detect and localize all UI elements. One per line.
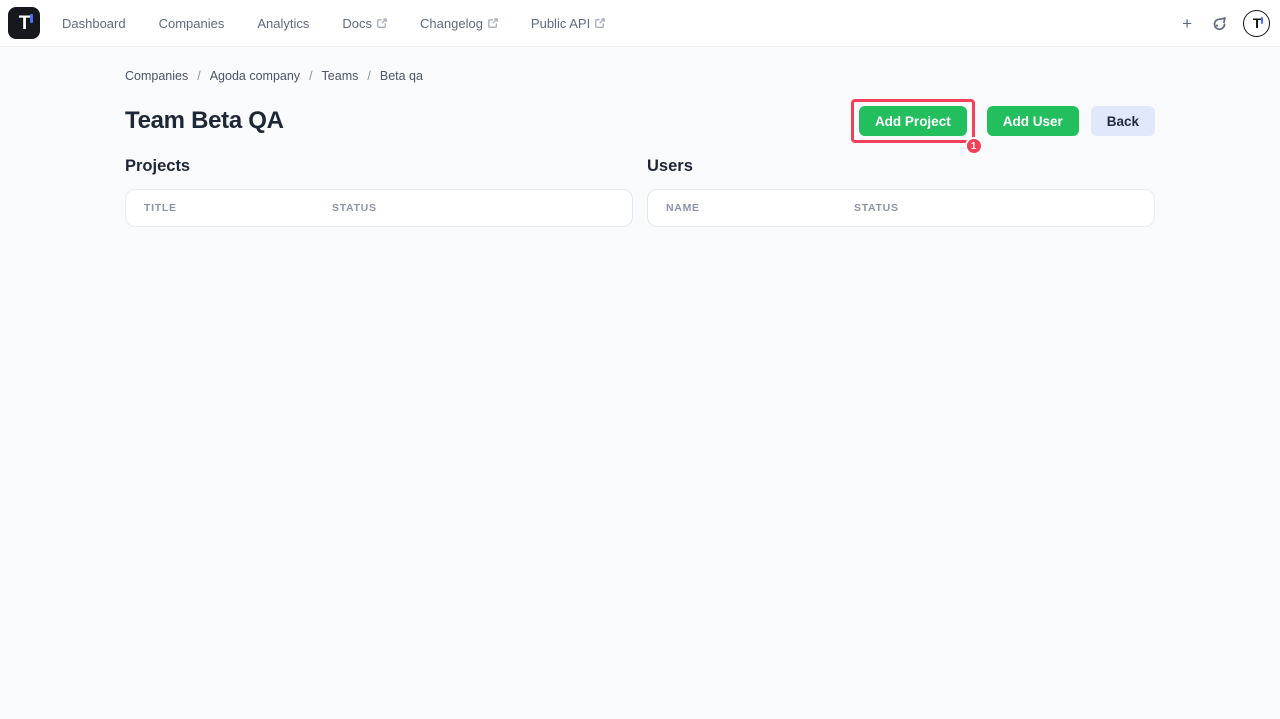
content-sections: Projects TITLE STATUS Users NAME STATUS: [125, 157, 1155, 227]
add-user-button[interactable]: Add User: [986, 106, 1079, 136]
users-column-name: NAME: [666, 202, 700, 214]
nav-item-label: Docs: [342, 15, 373, 31]
breadcrumb-companies[interactable]: Companies: [125, 69, 188, 83]
avatar-logo-accent: [1261, 16, 1263, 24]
breadcrumb-separator: /: [309, 69, 313, 83]
nav-item-label: Changelog: [420, 15, 483, 31]
top-nav: T Dashboard Companies Analytics Docs Cha…: [0, 0, 1280, 47]
action-buttons: Add Project 1 Add User Back: [850, 99, 1155, 155]
projects-table: TITLE STATUS: [125, 189, 633, 227]
nav-item-companies[interactable]: Companies: [159, 16, 225, 31]
add-project-button[interactable]: Add Project: [858, 106, 967, 136]
nav-item-label: Public API: [530, 15, 591, 31]
projects-column-title: TITLE: [144, 202, 177, 214]
breadcrumb-current-team: Beta qa: [379, 69, 423, 83]
add-icon[interactable]: +: [1178, 13, 1196, 34]
external-link-icon: [377, 18, 387, 28]
users-heading: Users: [647, 157, 693, 175]
back-button[interactable]: Back: [1090, 106, 1155, 136]
projects-section: Projects TITLE STATUS: [125, 157, 633, 227]
nav-item-label: Analytics: [257, 15, 310, 31]
user-avatar[interactable]: T: [1243, 9, 1270, 37]
app-logo-letter: T: [18, 12, 31, 34]
users-column-status: STATUS: [854, 202, 899, 214]
nav-right-group: + T: [1178, 9, 1270, 37]
breadcrumb-separator: /: [197, 69, 201, 83]
users-section: Users NAME STATUS: [647, 157, 1155, 227]
page-title: Team Beta QA: [125, 107, 284, 134]
main-nav: Dashboard Companies Analytics Docs Chang…: [62, 16, 638, 31]
avatar-logo-letter: T: [1252, 15, 1262, 31]
annotation-step-badge: 1: [964, 137, 983, 155]
external-link-icon: [488, 18, 498, 28]
nav-item-label: Dashboard: [62, 15, 126, 31]
breadcrumb-teams[interactable]: Teams: [322, 69, 359, 83]
breadcrumb-company[interactable]: Agoda company: [210, 69, 300, 83]
app-logo-accent: [30, 14, 33, 23]
users-table: NAME STATUS: [647, 189, 1155, 227]
app-logo[interactable]: T: [8, 7, 40, 39]
nav-item-label: Companies: [158, 15, 225, 31]
nav-item-analytics[interactable]: Analytics: [257, 16, 309, 31]
breadcrumb: Companies / Agoda company / Teams / Beta…: [125, 69, 1155, 83]
projects-heading: Projects: [125, 157, 191, 175]
breadcrumb-separator: /: [367, 69, 371, 83]
projects-column-status: STATUS: [332, 202, 377, 214]
title-row: Team Beta QA Add Project 1 Add User Back: [125, 99, 1155, 155]
nav-item-public-api[interactable]: Public API: [531, 16, 605, 31]
external-link-icon: [595, 18, 605, 28]
main-content: Companies / Agoda company / Teams / Beta…: [125, 69, 1155, 227]
feedback-icon[interactable]: [1211, 15, 1228, 32]
nav-item-docs[interactable]: Docs: [342, 16, 387, 31]
annotated-region: Add Project 1: [850, 99, 983, 155]
nav-item-dashboard[interactable]: Dashboard: [62, 16, 126, 31]
nav-item-changelog[interactable]: Changelog: [420, 16, 498, 31]
